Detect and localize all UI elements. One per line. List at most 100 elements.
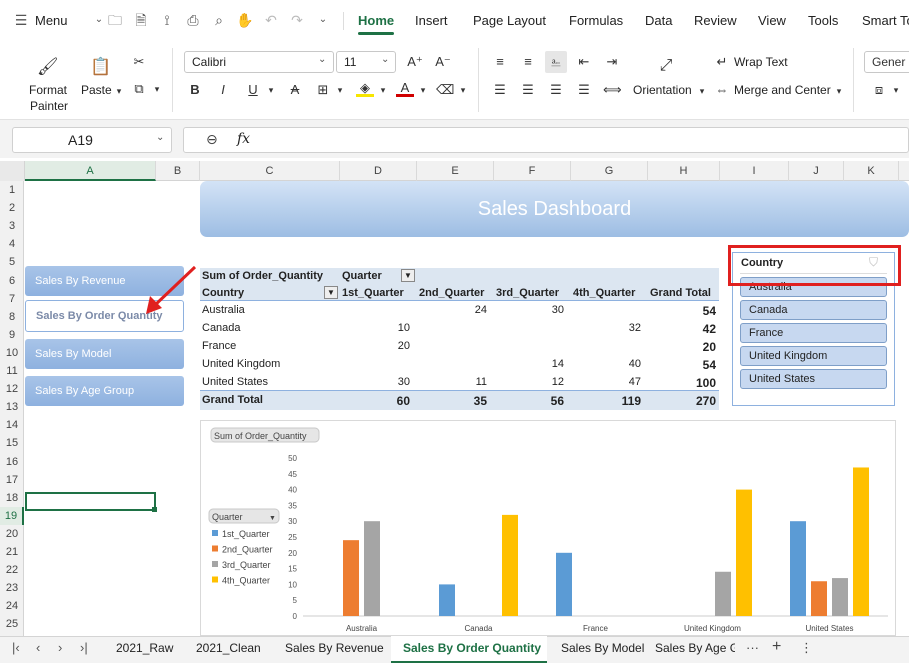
tab-home[interactable]: Home — [358, 13, 394, 28]
row-header-23[interactable]: 23 — [0, 579, 24, 597]
wrap-text-button[interactable]: Wrap Text — [734, 55, 788, 69]
orientation-chevron-icon[interactable]: ▾ — [693, 82, 711, 100]
sheet-list-icon[interactable]: ⋮ — [800, 640, 813, 656]
country-filter-dropdown-icon[interactable]: ▼ — [324, 286, 338, 299]
name-box-chevron-icon[interactable]: ⌄ — [156, 132, 164, 143]
quarter-filter-dropdown-icon[interactable]: ▼ — [401, 269, 415, 282]
font-size-chevron-icon[interactable]: ⌄ — [381, 54, 389, 65]
row-header-25[interactable]: 25 — [0, 615, 24, 633]
row-header-16[interactable]: 16 — [0, 453, 24, 471]
selected-cell-a19[interactable] — [25, 492, 156, 511]
row-header-10[interactable]: 10 — [0, 344, 24, 362]
tab-smart-tools[interactable]: Smart To — [862, 13, 909, 28]
menu-button[interactable]: Menu — [35, 13, 68, 28]
tab-view[interactable]: View — [758, 13, 786, 28]
orientation-icon[interactable]: ⤢ — [657, 57, 675, 75]
align-center-icon[interactable]: ☰ — [519, 81, 537, 99]
more-sheets-icon[interactable]: ··· — [746, 640, 759, 655]
copy-chevron-icon[interactable]: ▾ — [148, 80, 166, 98]
bold-icon[interactable]: B — [186, 81, 204, 99]
decrease-font-icon[interactable]: A⁻ — [434, 53, 452, 71]
row-header-14[interactable]: 14 — [0, 416, 24, 434]
open-folder-icon[interactable]: 🗀 — [106, 12, 124, 28]
decrease-indent-icon[interactable]: ⇤ — [575, 53, 593, 71]
tab-insert[interactable]: Insert — [415, 13, 448, 28]
tab-page-layout[interactable]: Page Layout — [473, 13, 546, 28]
slicer-item[interactable]: United Kingdom — [740, 346, 887, 366]
row-header-5[interactable]: 5 — [0, 253, 24, 271]
merge-center-chevron-icon[interactable]: ▾ — [830, 82, 848, 100]
fx-icon[interactable]: fx — [237, 131, 250, 147]
row-header-17[interactable]: 17 — [0, 471, 24, 489]
sheet-tab-sales-by-revenue[interactable]: Sales By Revenue — [285, 641, 384, 655]
row-header-19[interactable]: 19 — [0, 506, 24, 525]
align-top-icon[interactable]: ≡ — [491, 53, 509, 71]
cut-icon[interactable]: ✂ — [130, 53, 148, 71]
paste-chevron-icon[interactable]: ▾ — [110, 82, 128, 100]
wrap-text-icon[interactable]: ↵ — [713, 53, 731, 71]
order-quantity-chart[interactable]: Sum of Order_Quantity Quarter ▼ 1st_Quarter… — [200, 420, 896, 636]
clear-format-icon[interactable]: ⌫ — [436, 81, 454, 99]
row-header-8[interactable]: 8 — [0, 308, 24, 326]
paste-button[interactable]: Paste — [81, 83, 112, 97]
name-box[interactable]: A19 ⌄ — [12, 127, 172, 153]
italic-icon[interactable]: I — [214, 81, 232, 99]
row-header-3[interactable]: 3 — [0, 217, 24, 235]
increase-font-icon[interactable]: A⁺ — [406, 53, 424, 71]
col-header-h[interactable]: H — [648, 161, 720, 181]
last-sheet-icon[interactable]: ›| — [80, 640, 88, 655]
orientation-button[interactable]: Orientation — [633, 83, 692, 97]
col-header-d[interactable]: D — [340, 161, 417, 181]
tab-tools[interactable]: Tools — [808, 13, 838, 28]
select-all-corner[interactable] — [0, 161, 25, 181]
fill-handle[interactable] — [152, 507, 157, 512]
undo-icon[interactable]: ↶ — [262, 12, 280, 28]
increase-indent-icon[interactable]: ⇥ — [603, 53, 621, 71]
row-header-18[interactable]: 18 — [0, 489, 24, 507]
share-icon[interactable]: ⟟ — [158, 12, 176, 28]
merge-center-icon[interactable]: ⇔ — [713, 81, 731, 99]
hamburger-icon[interactable]: ☰ — [12, 12, 30, 28]
font-name-chevron-icon[interactable]: ⌄ — [318, 54, 326, 65]
row-header-24[interactable]: 24 — [0, 597, 24, 615]
sheet-tab-sales-by-age-group[interactable]: Sales By Age Gr — [655, 641, 735, 655]
sheet-tab-2021-clean[interactable]: 2021_Clean — [196, 641, 261, 655]
row-header-11[interactable]: 11 — [0, 362, 24, 380]
col-header-j[interactable]: J — [789, 161, 844, 181]
col-header-i[interactable]: I — [720, 161, 789, 181]
row-header-1[interactable]: 1 — [0, 181, 24, 199]
underline-chevron-icon[interactable]: ▾ — [262, 81, 280, 99]
row-header-12[interactable]: 12 — [0, 380, 24, 398]
save-icon[interactable]: 🗎 — [132, 12, 150, 28]
row-header-4[interactable]: 4 — [0, 235, 24, 253]
row-header-7[interactable]: 7 — [0, 290, 24, 308]
row-header-13[interactable]: 13 — [0, 398, 24, 416]
align-left-icon[interactable]: ☰ — [491, 81, 509, 99]
col-header-a[interactable]: A — [25, 161, 156, 181]
format-painter-icon[interactable]: 🖌 — [37, 58, 59, 76]
paste-icon[interactable]: 📋 — [90, 58, 111, 76]
sheet-tab-sales-by-model[interactable]: Sales By Model — [561, 641, 644, 655]
redo-icon[interactable]: ↷ — [288, 12, 306, 28]
underline-icon[interactable]: U — [244, 81, 262, 99]
prev-sheet-icon[interactable]: ‹ — [36, 640, 40, 655]
nav-sales-by-model-button[interactable]: Sales By Model — [25, 339, 184, 369]
format-painter-label-2[interactable]: Painter — [30, 99, 68, 113]
cell-style-chevron-icon[interactable]: ▾ — [887, 81, 905, 99]
copy-icon[interactable]: ⧉ — [130, 80, 148, 98]
col-header-f[interactable]: F — [494, 161, 571, 181]
row-header-22[interactable]: 22 — [0, 561, 24, 579]
borders-icon[interactable]: ⊞ — [314, 81, 332, 99]
slicer-item[interactable]: United States — [740, 369, 887, 389]
align-bottom-icon[interactable]: ⎁ — [545, 51, 567, 73]
number-format-select[interactable]: Gener — [864, 51, 909, 73]
hand-icon[interactable]: ✋ — [236, 12, 254, 28]
row-header-21[interactable]: 21 — [0, 543, 24, 561]
clear-format-chevron-icon[interactable]: ▾ — [454, 81, 472, 99]
print-icon[interactable]: ⎙ — [184, 12, 202, 28]
more-chevron-icon[interactable]: ⌄ — [314, 12, 332, 28]
zoom-formula-icon[interactable]: ⊖ — [206, 131, 218, 148]
font-name-select[interactable]: Calibri — [184, 51, 334, 73]
distributed-icon[interactable]: ⟺ — [603, 81, 622, 99]
tab-review[interactable]: Review — [694, 13, 737, 28]
